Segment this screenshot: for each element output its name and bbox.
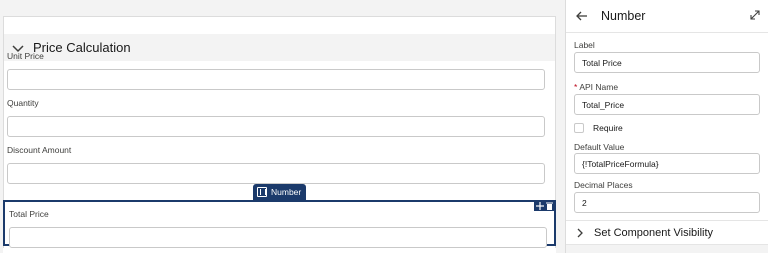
number-icon <box>257 187 267 197</box>
api-name-input[interactable]: Total_Price <box>574 94 760 115</box>
label-caption: Label <box>574 40 595 50</box>
selected-field-total-price[interactable]: Total Price <box>3 200 556 248</box>
require-checkbox[interactable] <box>574 123 584 133</box>
quantity-input[interactable] <box>7 116 545 137</box>
panel-bottom <box>566 244 768 253</box>
set-component-visibility-section[interactable]: Set Component Visibility <box>566 220 768 244</box>
selected-component-tag: Number <box>253 184 307 200</box>
require-checkbox-row[interactable]: Require <box>574 123 623 133</box>
delete-icon[interactable] <box>546 202 553 210</box>
decimal-places-input[interactable]: 2 <box>574 192 760 213</box>
field-label: Unit Price <box>7 51 44 61</box>
required-marker: * <box>574 82 578 92</box>
field-label: Total Price <box>9 209 49 219</box>
panel-header: Number <box>566 0 768 33</box>
discount-amount-input[interactable] <box>7 163 545 184</box>
field-label: Discount Amount <box>7 145 72 155</box>
chevron-right-icon[interactable] <box>575 228 585 238</box>
panel-title: Number <box>601 9 646 23</box>
properties-panel: Number Label Total Price * API Name Total… <box>565 0 768 253</box>
visibility-title: Set Component Visibility <box>594 226 714 239</box>
require-label: Require <box>593 123 623 133</box>
field-quantity[interactable]: Quantity <box>7 98 545 137</box>
form-canvas: Price Calculation Unit Price Quantity Di… <box>0 0 565 253</box>
selected-tag-label: Number <box>271 187 302 197</box>
field-discount-amount[interactable]: Discount Amount <box>7 145 545 184</box>
move-icon[interactable] <box>536 201 544 210</box>
expand-icon[interactable] <box>750 10 760 20</box>
api-name-caption: * API Name <box>574 82 618 92</box>
api-name-caption-text: API Name <box>579 82 619 92</box>
field-label: Quantity <box>7 98 39 108</box>
field-unit-price[interactable]: Unit Price <box>7 51 545 90</box>
unit-price-input[interactable] <box>7 69 545 90</box>
card-bottom <box>3 248 556 253</box>
decimal-places-caption: Decimal Places <box>574 180 633 190</box>
component-toolbar <box>534 200 555 211</box>
label-input[interactable]: Total Price <box>574 52 760 73</box>
back-arrow-icon[interactable] <box>576 10 588 22</box>
default-value-caption: Default Value <box>574 142 625 152</box>
field-total-price[interactable]: Total Price <box>9 209 547 248</box>
total-price-input[interactable] <box>9 227 547 248</box>
default-value-input[interactable]: {!TotalPriceFormula} <box>574 153 760 174</box>
